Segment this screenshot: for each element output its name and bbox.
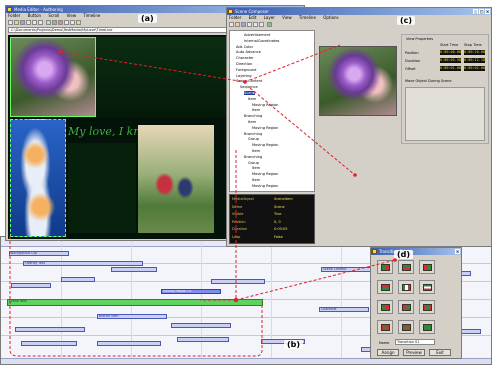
- link-line: [235, 259, 396, 301]
- link-point: [353, 173, 357, 177]
- link-point: [393, 258, 397, 262]
- selection-outline: [9, 236, 263, 357]
- link-line: [59, 51, 246, 83]
- link-line: [244, 44, 341, 83]
- link-point: [58, 50, 62, 54]
- annotation-overlay: [9, 44, 397, 357]
- link-point: [233, 297, 239, 303]
- link-point: [243, 80, 247, 84]
- link-line: [249, 87, 356, 176]
